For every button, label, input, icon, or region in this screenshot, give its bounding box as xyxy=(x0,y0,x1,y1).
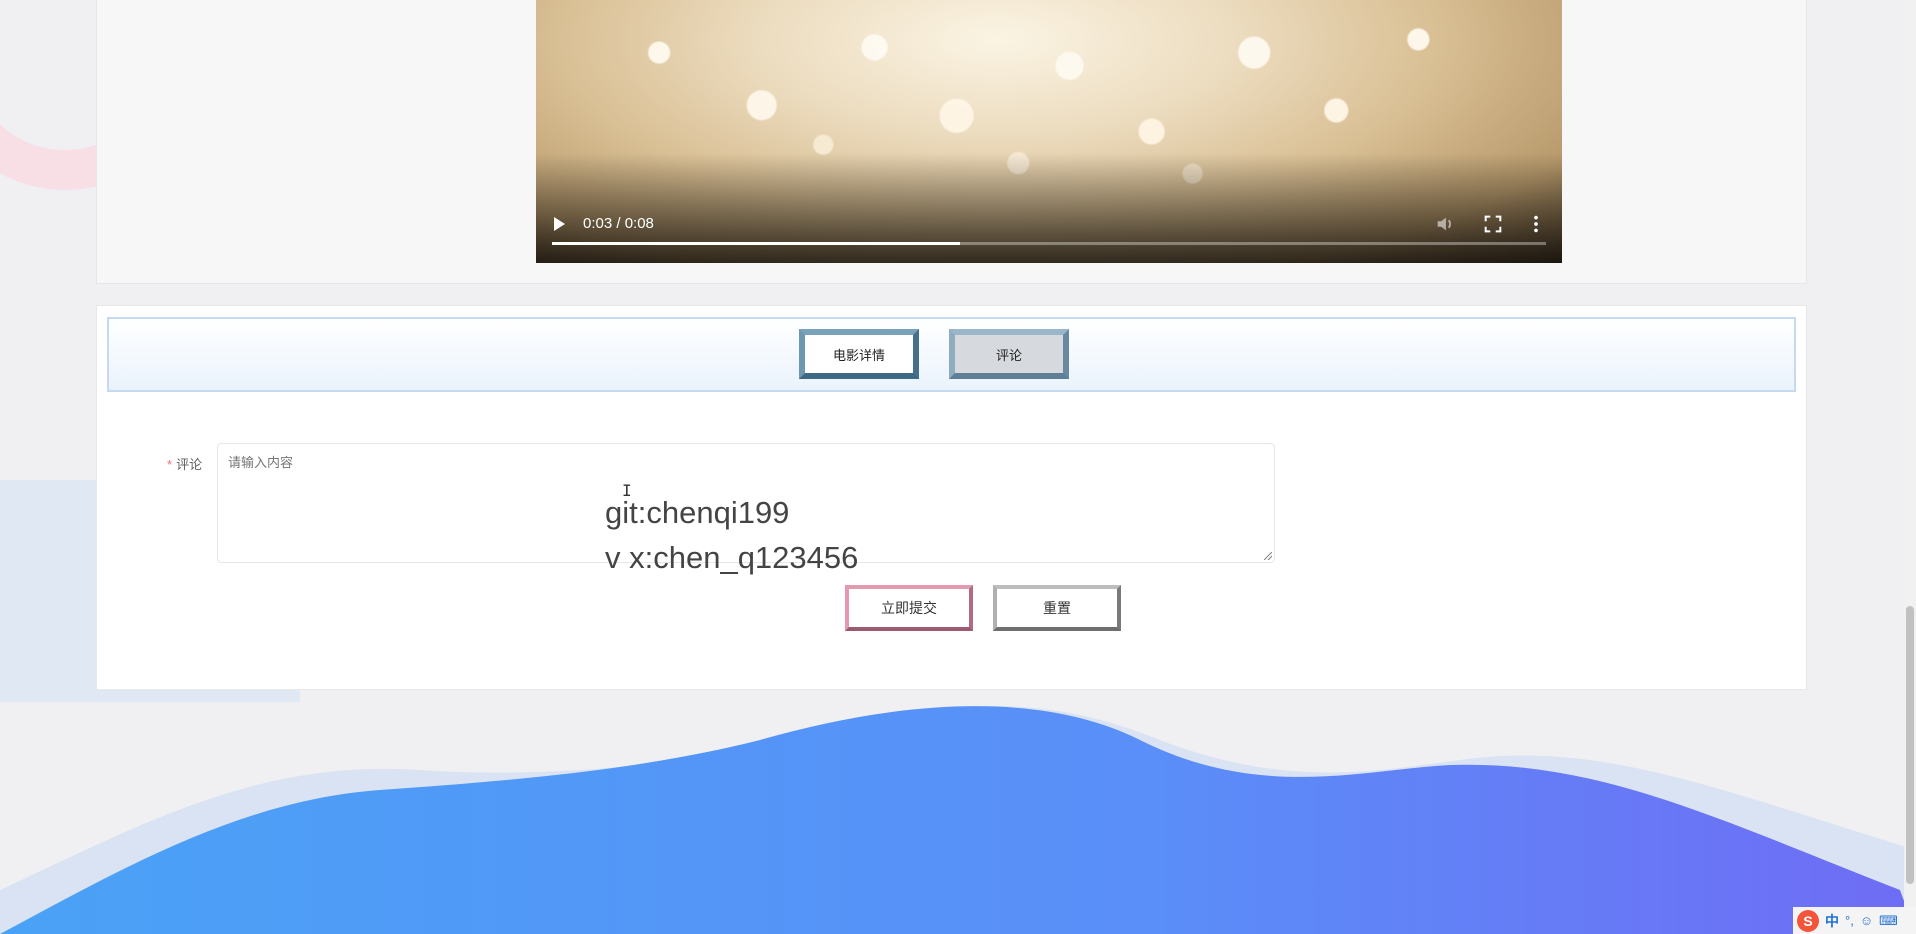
submit-button[interactable]: 立即提交 xyxy=(845,585,973,631)
video-player[interactable]: 0:03 / 0:08 xyxy=(536,0,1562,263)
overlay-line-wx: v x:chen_q123456 xyxy=(605,540,859,575)
video-controls: 0:03 / 0:08 xyxy=(536,205,1562,245)
overlay-line-git: git:chenqi199 xyxy=(605,495,790,530)
reset-button[interactable]: 重置 xyxy=(993,585,1121,631)
decorative-wave xyxy=(0,706,1916,934)
video-progress-bar[interactable] xyxy=(552,242,1546,245)
video-time: 0:03 / 0:08 xyxy=(583,215,654,232)
required-mark: * xyxy=(167,457,173,472)
sogou-logo-icon[interactable]: S xyxy=(1797,909,1819,932)
comment-label: * 评论 xyxy=(167,454,202,473)
scroll-thumb[interactable] xyxy=(1906,606,1914,884)
comment-label-text: 评论 xyxy=(176,457,203,472)
keyboard-icon[interactable]: ⌨ xyxy=(1879,913,1898,929)
ime-mode[interactable]: 中 xyxy=(1825,911,1839,931)
tab-bar: 电影详情 评论 xyxy=(107,317,1796,392)
volume-icon[interactable] xyxy=(1434,213,1456,235)
fullscreen-icon[interactable] xyxy=(1482,213,1504,235)
video-progress-fill xyxy=(552,242,960,245)
ime-toolbar: S 中 °, ☺ ⌨ xyxy=(1793,907,1916,934)
tab-movie-details[interactable]: 电影详情 xyxy=(799,329,919,379)
resize-handle[interactable] xyxy=(1264,552,1272,560)
punctuation-icon[interactable]: °, xyxy=(1845,913,1854,928)
page-scrollbar[interactable] xyxy=(1904,0,1916,934)
video-card: 0:03 / 0:08 xyxy=(96,0,1807,284)
more-options-icon[interactable] xyxy=(1530,213,1542,235)
watermark-overlay: git:chenqi199 v x:chen_q123456 xyxy=(605,490,858,580)
tab-comments[interactable]: 评论 xyxy=(949,329,1069,379)
emoji-icon[interactable]: ☺ xyxy=(1860,913,1873,928)
play-icon[interactable] xyxy=(554,217,565,231)
comment-card: 电影详情 评论 *评论 I git:chenqi199 v x:chen_q12… xyxy=(96,305,1807,690)
